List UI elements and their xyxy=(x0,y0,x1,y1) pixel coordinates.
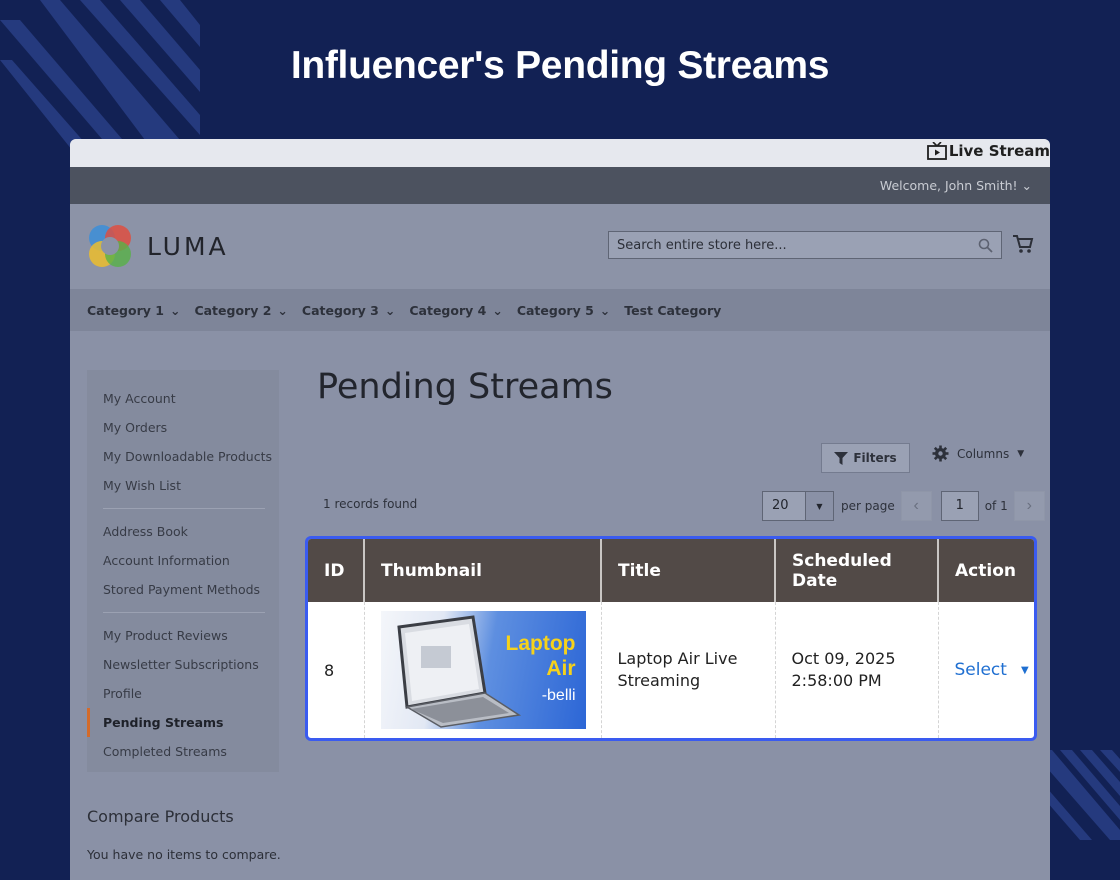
table-row: 8 Laptop Air -belli Laptop Air Live Stre… xyxy=(308,602,1034,738)
thumbnail-title-line2: Air xyxy=(546,657,576,680)
per-page-select[interactable]: 20 ▼ xyxy=(762,491,834,521)
compare-empty-text: You have no items to compare. xyxy=(87,847,281,862)
sidebar-item-pending-streams[interactable]: Pending Streams xyxy=(87,708,279,737)
tv-play-icon xyxy=(926,142,947,160)
sidebar-item-completed-streams[interactable]: Completed Streams xyxy=(87,737,279,766)
cell-id: 8 xyxy=(308,602,365,738)
prev-page-button[interactable]: ‹ xyxy=(900,491,932,521)
filter-icon xyxy=(834,451,849,465)
table-header-row: ID Thumbnail Title Scheduled Date Action xyxy=(308,539,1034,602)
cell-thumbnail: Laptop Air -belli xyxy=(364,602,602,738)
chevron-down-icon: ⌄ xyxy=(599,302,611,318)
thumbnail-title-line1: Laptop xyxy=(505,632,576,655)
sidebar-divider xyxy=(103,508,265,509)
compare-products-title: Compare Products xyxy=(87,807,234,826)
caret-down-icon: ▼ xyxy=(1017,448,1025,459)
action-select-label: Select xyxy=(954,660,1007,680)
records-found: 1 records found xyxy=(323,497,418,511)
logo-text: LUMA xyxy=(147,231,229,261)
decorative-stripes-bottom-right xyxy=(1040,750,1120,840)
thumbnail-title: Laptop Air xyxy=(506,631,576,681)
column-header-action[interactable]: Action xyxy=(938,539,1034,602)
page-title: Pending Streams xyxy=(317,367,613,407)
sidebar-item-profile[interactable]: Profile xyxy=(87,679,279,708)
chevron-right-icon: › xyxy=(1026,497,1032,514)
nav-label: Test Category xyxy=(624,302,722,318)
nav-category-4[interactable]: Category 4 ⌄ xyxy=(409,303,502,318)
livestream-brand-label: Live Stream xyxy=(948,142,1050,160)
pagination: 20 ▼ per page ‹ 1 of 1 › xyxy=(762,491,1045,521)
caret-down-icon: ▼ xyxy=(805,492,833,520)
cell-action: Select ▼ xyxy=(938,602,1034,738)
hero-title: Influencer's Pending Streams xyxy=(290,44,830,87)
per-page-value: 20 xyxy=(772,498,789,513)
sidebar-divider xyxy=(103,612,265,613)
search-placeholder: Search entire store here... xyxy=(617,237,787,253)
chevron-down-icon: ⌄ xyxy=(277,302,288,318)
pending-streams-grid: ID Thumbnail Title Scheduled Date Action… xyxy=(305,536,1037,741)
column-header-title[interactable]: Title xyxy=(601,539,776,602)
browser-window: Live Stream Welcome, John Smith! ⌄ LUMA … xyxy=(70,139,1050,880)
livestream-bar: Live Stream xyxy=(70,139,1050,167)
column-header-scheduled-date[interactable]: Scheduled Date xyxy=(775,539,939,602)
sidebar-item-account-information[interactable]: Account Information xyxy=(87,546,279,575)
nav-label: Category 1 xyxy=(87,302,164,318)
nav-category-1[interactable]: Category 1 ⌄ xyxy=(87,303,180,318)
nav-category-2[interactable]: Category 2 ⌄ xyxy=(194,303,287,318)
next-page-button[interactable]: › xyxy=(1013,491,1045,521)
store-header: LUMA Search entire store here... xyxy=(70,204,1050,289)
chevron-down-icon: ⌄ xyxy=(492,302,503,318)
nav-category-3[interactable]: Category 3 ⌄ xyxy=(302,303,395,318)
columns-button[interactable]: Columns ▼ xyxy=(932,445,1024,462)
column-header-id[interactable]: ID xyxy=(308,539,365,602)
per-page-label: per page xyxy=(841,499,895,513)
cell-scheduled-date: Oct 09, 2025 2:58:00 PM xyxy=(775,602,939,738)
page-of-label: of 1 xyxy=(984,499,1008,513)
laptop-image xyxy=(396,615,521,728)
nav-label: Category 5 xyxy=(516,302,594,318)
action-select-dropdown[interactable]: Select ▼ xyxy=(955,660,1035,680)
stream-thumbnail: Laptop Air -belli xyxy=(380,611,586,729)
page-number-input[interactable]: 1 xyxy=(940,491,979,521)
luma-logo-icon xyxy=(89,225,131,267)
nav-category-5[interactable]: Category 5 ⌄ xyxy=(517,303,610,318)
caret-down-icon: ▼ xyxy=(1020,664,1029,676)
cell-title: Laptop Air Live Streaming xyxy=(601,602,776,738)
livestream-brand[interactable]: Live Stream xyxy=(926,142,1050,160)
sidebar-item-my-orders[interactable]: My Orders xyxy=(87,413,279,442)
account-sidebar: My Account My Orders My Downloadable Pro… xyxy=(87,370,279,772)
chevron-down-icon: ⌄ xyxy=(384,302,396,318)
column-header-thumbnail[interactable]: Thumbnail xyxy=(364,539,602,602)
luma-logo[interactable]: LUMA xyxy=(87,223,229,269)
chevron-left-icon: ‹ xyxy=(913,497,919,514)
sidebar-item-address-book[interactable]: Address Book xyxy=(87,517,279,546)
sidebar-item-wish-list[interactable]: My Wish List xyxy=(87,471,279,500)
nav-label: Category 4 xyxy=(409,302,487,318)
nav-label: Category 2 xyxy=(194,302,272,318)
sidebar-item-product-reviews[interactable]: My Product Reviews xyxy=(87,621,279,650)
nav-test-category[interactable]: Test Category xyxy=(624,303,721,318)
welcome-menu[interactable]: Welcome, John Smith! ⌄ xyxy=(880,178,1032,193)
chevron-down-icon: ⌄ xyxy=(169,302,181,318)
cart-icon[interactable] xyxy=(1012,234,1034,254)
chevron-down-icon: ⌄ xyxy=(1021,178,1032,193)
sidebar-item-stored-payment-methods[interactable]: Stored Payment Methods xyxy=(87,575,279,604)
category-nav: Category 1 ⌄ Category 2 ⌄ Category 3 ⌄ Cate… xyxy=(70,289,1050,331)
sidebar-item-downloadable-products[interactable]: My Downloadable Products xyxy=(87,442,279,471)
filters-button[interactable]: Filters xyxy=(821,443,910,473)
welcome-text: Welcome, John Smith! xyxy=(879,178,1018,193)
gear-icon xyxy=(932,445,949,462)
search-input[interactable]: Search entire store here... xyxy=(608,231,1002,259)
search-icon[interactable] xyxy=(978,238,993,253)
streams-table: ID Thumbnail Title Scheduled Date Action… xyxy=(308,539,1034,738)
sidebar-item-newsletter[interactable]: Newsletter Subscriptions xyxy=(87,650,279,679)
thumbnail-subtitle: -belli xyxy=(541,687,576,704)
filters-label: Filters xyxy=(853,451,897,465)
sidebar-item-my-account[interactable]: My Account xyxy=(87,384,279,413)
nav-label: Category 3 xyxy=(301,302,379,318)
store-topbar: Welcome, John Smith! ⌄ xyxy=(70,167,1050,204)
columns-label: Columns xyxy=(957,446,1010,461)
